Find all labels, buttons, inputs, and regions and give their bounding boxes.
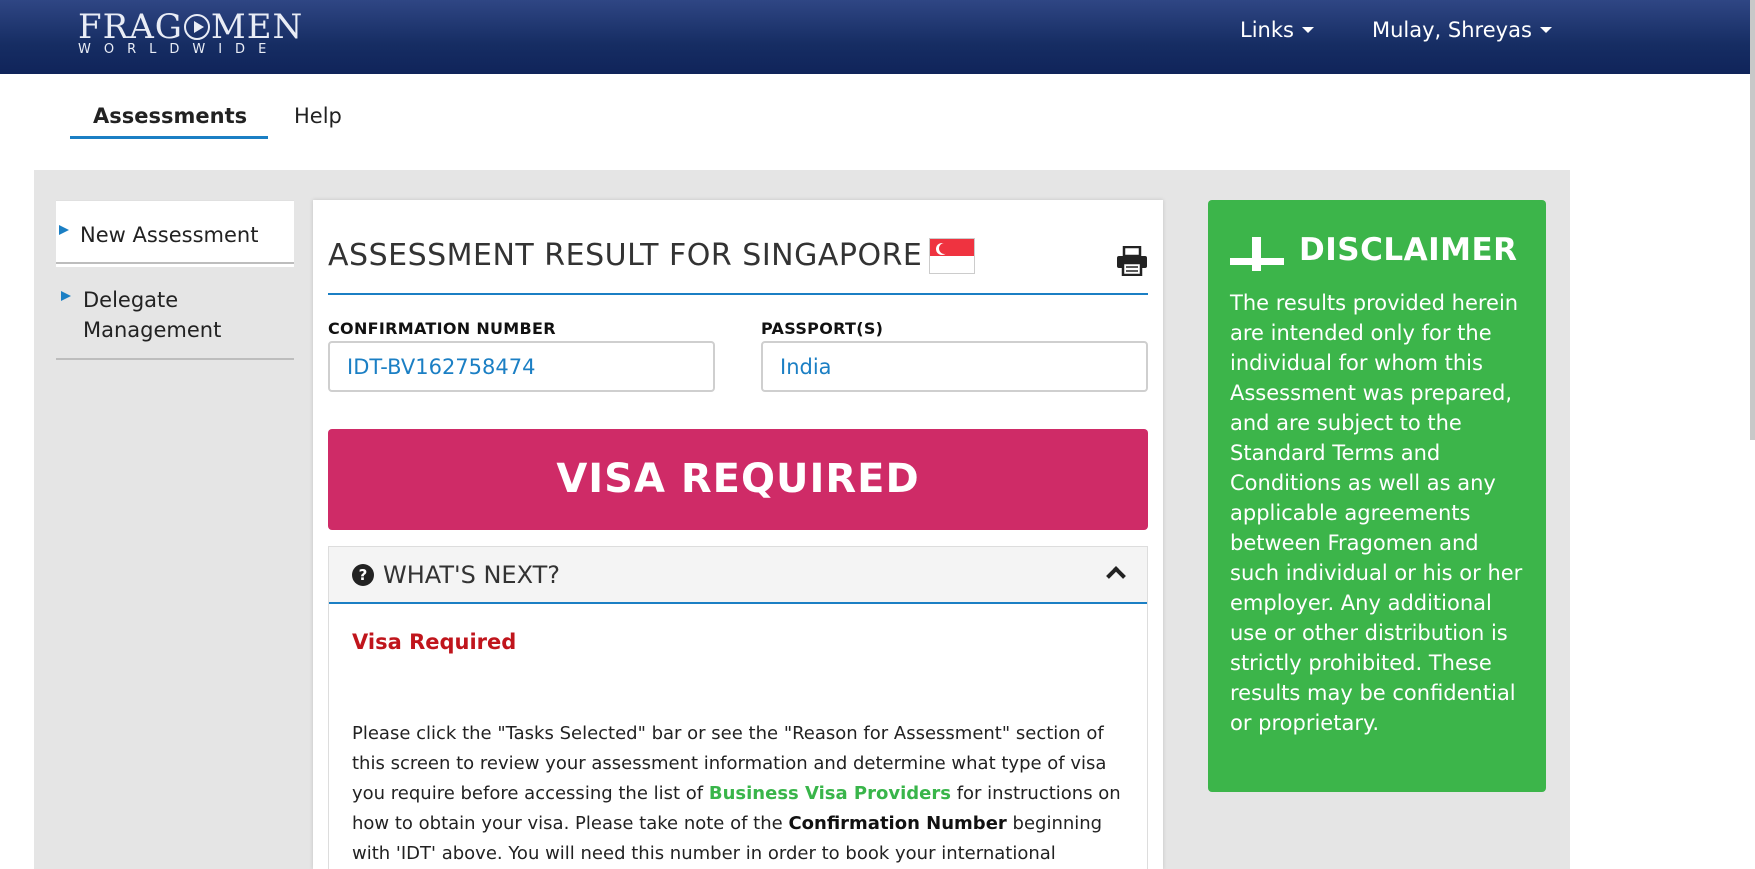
visa-status-banner: VISA REQUIRED	[328, 429, 1148, 530]
arrow-right-icon	[61, 291, 71, 301]
user-menu-dropdown[interactable]: Mulay, Shreyas	[1372, 18, 1552, 42]
logo-text-rest: MEN	[210, 7, 304, 47]
tab-help[interactable]: Help	[294, 104, 342, 128]
passport-label: PASSPORT(S)	[761, 319, 884, 338]
print-icon[interactable]	[1116, 246, 1148, 276]
caret-down-icon	[1301, 27, 1314, 33]
passport-field[interactable]: India	[761, 341, 1148, 392]
user-name: Mulay, Shreyas	[1372, 18, 1532, 42]
whats-next-panel: ? WHAT'S NEXT? Visa Required Please clic…	[328, 546, 1148, 869]
instructions-text: Please click the "Tasks Selected" bar or…	[352, 719, 1137, 869]
assessment-result-card: ASSESSMENT RESULT FOR SINGAPORE CONFIRMA…	[313, 200, 1163, 869]
logo-subtitle: WORLDWIDE	[78, 42, 280, 57]
page-title: ASSESSMENT RESULT FOR SINGAPORE	[328, 238, 923, 273]
confirmation-number-field[interactable]: IDT-BV162758474	[328, 341, 715, 392]
disclaimer-box: DISCLAIMER The results provided herein a…	[1208, 200, 1546, 792]
links-label: Links	[1240, 18, 1294, 42]
scrollbar-thumb[interactable]	[1750, 0, 1755, 440]
logo-text: FRAG	[78, 7, 183, 47]
sidebar: New Assessment Delegate Management	[56, 200, 294, 360]
whats-next-header[interactable]: ? WHAT'S NEXT?	[329, 547, 1147, 604]
chevron-up-icon[interactable]	[1106, 566, 1126, 586]
tab-assessments[interactable]: Assessments	[93, 104, 247, 128]
singapore-flag-icon	[929, 238, 975, 274]
logo-wordmark: FRAG MEN	[78, 10, 303, 44]
logo-play-icon	[183, 14, 210, 40]
sidebar-item-delegate-management[interactable]: Delegate Management	[56, 264, 294, 360]
disclaimer-text: The results provided herein are intended…	[1230, 291, 1523, 735]
fragomen-logo[interactable]: FRAG MEN WORLDWIDE	[78, 10, 303, 56]
top-header: FRAG MEN WORLDWIDE Links Mulay, Shreyas	[0, 0, 1750, 74]
scrollbar-track[interactable]	[1750, 0, 1755, 869]
sidebar-item-new-assessment[interactable]: New Assessment	[56, 200, 294, 264]
disclaimer-title: DISCLAIMER	[1299, 232, 1518, 268]
active-tab-indicator	[70, 136, 268, 139]
confirmation-number-label: CONFIRMATION NUMBER	[328, 319, 556, 338]
sidebar-item-label: New Assessment	[80, 223, 259, 247]
sidebar-item-label: Delegate Management	[83, 288, 222, 342]
question-circle-icon: ?	[352, 564, 374, 586]
gavel-icon	[1230, 237, 1284, 271]
visa-required-heading: Visa Required	[352, 630, 517, 654]
links-dropdown[interactable]: Links	[1240, 18, 1314, 42]
business-visa-providers-link[interactable]: Business Visa Providers	[709, 783, 951, 804]
arrow-right-icon	[59, 225, 69, 235]
title-divider	[328, 293, 1148, 295]
whats-next-title: WHAT'S NEXT?	[383, 561, 560, 589]
confirmation-number-emphasis: Confirmation Number	[788, 813, 1007, 834]
caret-down-icon	[1539, 27, 1552, 33]
